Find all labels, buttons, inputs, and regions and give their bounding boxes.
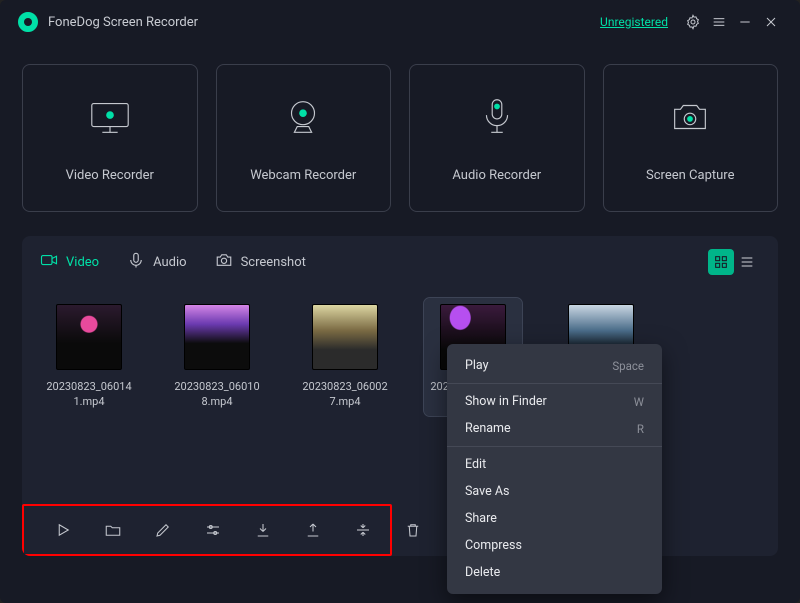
ctx-show-in-finder[interactable]: Show in Finder W — [447, 388, 662, 415]
ctx-label: Share — [465, 511, 497, 526]
thumbnail-item[interactable]: 20230823_060108.mp4 — [168, 298, 266, 416]
tab-label: Audio — [153, 255, 186, 270]
settings-icon[interactable] — [682, 11, 704, 33]
mode-label: Webcam Recorder — [250, 168, 356, 183]
tab-video[interactable]: Video — [40, 251, 99, 273]
context-menu: Play Space Show in Finder W Rename R Edi… — [447, 344, 662, 594]
play-icon[interactable] — [54, 520, 72, 540]
tab-screenshot[interactable]: Screenshot — [215, 251, 306, 273]
download-icon[interactable] — [254, 520, 272, 540]
thumbnail-label: 20230823_060108.mp4 — [172, 380, 262, 410]
app-window: FoneDog Screen Recorder Unregistered Vid… — [0, 0, 800, 603]
thumbnail-image — [312, 304, 378, 370]
ctx-label: Play — [465, 358, 489, 373]
ctx-delete[interactable]: Delete — [447, 559, 662, 586]
ctx-shortcut: R — [637, 422, 644, 436]
ctx-share[interactable]: Share — [447, 505, 662, 532]
video-recorder-card[interactable]: Video Recorder — [22, 64, 198, 212]
ctx-edit[interactable]: Edit — [447, 451, 662, 478]
thumbnail-label: 20230823_060027.mp4 — [300, 380, 390, 410]
folder-icon[interactable] — [104, 520, 122, 540]
monitor-icon — [87, 94, 133, 144]
thumbnail-image — [184, 304, 250, 370]
menu-icon[interactable] — [708, 11, 730, 33]
app-title: FoneDog Screen Recorder — [48, 15, 198, 30]
list-view-button[interactable] — [734, 249, 760, 275]
thumbnail-item[interactable]: 20230823_060141.mp4 — [40, 298, 138, 416]
ctx-rename[interactable]: Rename R — [447, 415, 662, 442]
thumbnail-grid: 20230823_060141.mp4 20230823_060108.mp4 … — [22, 288, 778, 416]
mode-label: Video Recorder — [66, 168, 154, 183]
mode-cards: Video Recorder Webcam Recorder Audio Rec… — [0, 44, 800, 212]
ctx-shortcut: Space — [612, 359, 644, 373]
mode-label: Screen Capture — [646, 168, 734, 183]
screen-capture-card[interactable]: Screen Capture — [603, 64, 779, 212]
webcam-recorder-card[interactable]: Webcam Recorder — [216, 64, 392, 212]
audio-recorder-card[interactable]: Audio Recorder — [409, 64, 585, 212]
ctx-compress[interactable]: Compress — [447, 532, 662, 559]
grid-view-button[interactable] — [708, 249, 734, 275]
thumbnail-item[interactable]: 20230823_060027.mp4 — [296, 298, 394, 416]
mode-label: Audio Recorder — [452, 168, 541, 183]
ctx-label: Delete — [465, 565, 500, 580]
separator — [447, 446, 662, 447]
ctx-label: Edit — [465, 457, 486, 472]
ctx-label: Show in Finder — [465, 394, 547, 409]
ctx-play[interactable]: Play Space — [447, 352, 662, 379]
app-logo-icon — [18, 12, 38, 32]
library-tabs: Video Audio Screenshot — [22, 236, 778, 288]
view-toggle — [708, 249, 760, 275]
microphone-icon — [127, 251, 145, 273]
minimize-icon[interactable] — [734, 11, 756, 33]
tab-audio[interactable]: Audio — [127, 251, 186, 273]
separator — [447, 383, 662, 384]
video-icon — [40, 251, 58, 273]
webcam-icon — [280, 94, 326, 144]
sliders-icon[interactable] — [204, 520, 222, 540]
tab-label: Screenshot — [241, 255, 306, 270]
thumbnail-label: 20230823_060141.mp4 — [44, 380, 134, 410]
camera-icon — [667, 94, 713, 144]
edit-icon[interactable] — [154, 520, 172, 540]
ctx-label: Rename — [465, 421, 511, 436]
thumbnail-image — [56, 304, 122, 370]
close-icon[interactable] — [760, 11, 782, 33]
library-panel: Video Audio Screenshot — [22, 236, 778, 556]
share-icon[interactable] — [304, 520, 322, 540]
ctx-label: Save As — [465, 484, 509, 499]
library-toolbar — [22, 504, 392, 556]
tab-label: Video — [66, 255, 99, 270]
ctx-label: Compress — [465, 538, 522, 553]
compress-icon[interactable] — [354, 520, 372, 540]
ctx-shortcut: W — [634, 395, 644, 409]
unregistered-link[interactable]: Unregistered — [600, 15, 668, 29]
ctx-save-as[interactable]: Save As — [447, 478, 662, 505]
microphone-icon — [474, 94, 520, 144]
titlebar: FoneDog Screen Recorder Unregistered — [0, 0, 800, 44]
trash-icon[interactable] — [404, 520, 422, 540]
camera-icon — [215, 251, 233, 273]
